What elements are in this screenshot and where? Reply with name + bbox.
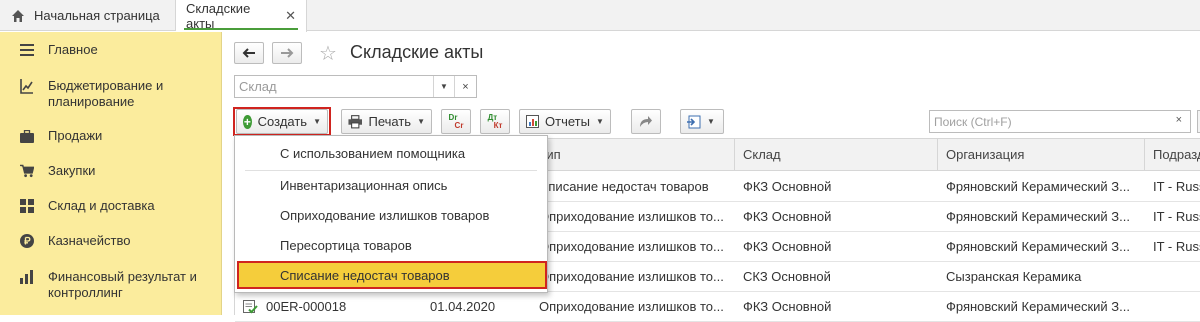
curved-arrow-icon xyxy=(640,115,652,127)
search-input[interactable] xyxy=(930,114,1160,129)
cell-organization: Фряновский Керамический З... xyxy=(946,209,1130,224)
cell-number: 00ER-000018 xyxy=(235,292,422,321)
menu-item-wizard[interactable]: С использованием помощника xyxy=(235,138,547,168)
warehouse-filter[interactable]: ▼ × xyxy=(234,75,477,98)
menu-item-surplus-posting[interactable]: Оприходование излишков товаров xyxy=(235,200,547,230)
warehouse-grid-icon xyxy=(20,198,34,214)
sidebar-item-main[interactable]: Главное xyxy=(0,42,222,58)
cell-warehouse: ФКЗ Основной xyxy=(743,209,832,224)
cell-organization: Фряновский Керамический З... xyxy=(946,299,1130,314)
back-button[interactable] xyxy=(234,42,264,64)
cell-organization: Сызранская Керамика xyxy=(946,269,1082,284)
create-dropdown-menu: С использованием помощника Инвентаризаци… xyxy=(234,135,548,293)
home-icon xyxy=(10,8,26,24)
sidebar-item-sales[interactable]: Продажи xyxy=(0,128,222,144)
chevron-down-icon[interactable]: ▼ xyxy=(433,76,454,97)
column-header-type[interactable]: Тип xyxy=(531,139,735,170)
print-button-label: Печать xyxy=(368,114,412,129)
follow-link-button[interactable] xyxy=(631,109,661,134)
cell-department: IT - Russ xyxy=(1153,179,1200,194)
column-header-department[interactable]: Подразделение xyxy=(1145,139,1200,170)
search-field[interactable]: × xyxy=(929,110,1191,133)
reports-button[interactable]: Отчеты ▼ xyxy=(519,109,611,134)
table-row[interactable]: 00ER-000018 01.04.2020 Оприходование изл… xyxy=(235,292,1200,322)
ruble-coin-icon xyxy=(20,233,34,249)
cell-type: Оприходование излишков то... xyxy=(539,209,724,224)
arrow-right-icon xyxy=(281,48,294,58)
sidebar-item-label: Финансовый результат и контроллинг xyxy=(48,269,197,300)
cell-warehouse: ФКЗ Основной xyxy=(743,239,832,254)
page-title: Складские акты xyxy=(350,42,484,62)
close-icon[interactable]: ✕ xyxy=(285,8,296,24)
cell-department xyxy=(1145,262,1200,291)
chevron-down-icon: ▼ xyxy=(707,117,715,126)
cell-date: 01.04.2020 xyxy=(430,299,496,314)
dt-kt-button[interactable]: Дт Кт xyxy=(480,109,510,134)
export-icon xyxy=(687,115,701,128)
tab-bar: Начальная страница Складские акты ✕ xyxy=(0,0,1200,32)
tab-warehouse-acts[interactable]: Складские акты ✕ xyxy=(176,0,307,32)
briefcase-icon xyxy=(20,128,34,144)
export-button[interactable]: ▼ xyxy=(680,109,724,134)
report-chart-icon xyxy=(526,115,539,128)
posted-document-icon xyxy=(243,299,258,313)
cell-type: Списание недостач товаров xyxy=(539,179,709,194)
dr-cr-icon: Dr Cr xyxy=(448,112,464,130)
cell-department: IT - Russ xyxy=(1153,239,1200,254)
chevron-down-icon: ▼ xyxy=(417,117,425,126)
arrow-left-icon xyxy=(242,48,255,58)
sidebar-item-label: Бюджетирование и планирование xyxy=(48,78,164,109)
tab-home-label: Начальная страница xyxy=(34,8,160,23)
cell-warehouse: ФКЗ Основной xyxy=(743,179,832,194)
sidebar: Главное Бюджетирование и планирование Пр… xyxy=(0,32,222,315)
sidebar-item-warehouse[interactable]: Склад и доставка xyxy=(0,198,222,214)
column-header-organization[interactable]: Организация xyxy=(938,139,1145,170)
clear-icon[interactable]: × xyxy=(1176,114,1182,126)
cell-organization: Фряновский Керамический З... xyxy=(946,179,1130,194)
plus-icon: + xyxy=(243,114,252,129)
forward-button[interactable] xyxy=(272,42,302,64)
chevron-down-icon: ▼ xyxy=(313,117,321,126)
dr-cr-button[interactable]: Dr Cr xyxy=(441,109,471,134)
create-button-label: Создать xyxy=(257,114,308,129)
star-icon[interactable]: ☆ xyxy=(319,41,337,66)
cell-organization: Фряновский Керамический З... xyxy=(946,239,1130,254)
cart-icon xyxy=(20,163,34,179)
menu-item-inventory-list[interactable]: Инвентаризационная опись xyxy=(235,170,547,200)
cell-type: Оприходование излишков то... xyxy=(539,269,724,284)
cell-warehouse: СКЗ Основной xyxy=(743,269,831,284)
cell-type: Оприходование излишков то... xyxy=(539,299,724,314)
sidebar-item-label: Склад и доставка xyxy=(48,198,155,213)
print-button[interactable]: Печать ▼ xyxy=(341,109,432,134)
cell-department: IT - Russ xyxy=(1153,209,1200,224)
sidebar-item-label: Закупки xyxy=(48,163,96,178)
sidebar-item-financial-result[interactable]: Финансовый результат и контроллинг xyxy=(0,269,222,301)
sidebar-item-label: Казначейство xyxy=(48,233,131,248)
clear-icon[interactable]: × xyxy=(454,76,476,97)
reports-button-label: Отчеты xyxy=(545,114,590,129)
cell-warehouse: ФКЗ Основной xyxy=(743,299,832,314)
printer-icon xyxy=(348,114,363,128)
menu-item-regrading[interactable]: Пересортица товаров xyxy=(235,230,547,260)
sidebar-item-purchases[interactable]: Закупки xyxy=(0,163,222,179)
create-button[interactable]: + Создать ▼ xyxy=(236,109,328,134)
column-header-warehouse[interactable]: Склад xyxy=(735,139,938,170)
tab-home[interactable]: Начальная страница xyxy=(0,0,176,31)
chevron-down-icon: ▼ xyxy=(595,117,604,126)
warehouse-input[interactable] xyxy=(235,79,430,94)
sidebar-item-label: Главное xyxy=(48,42,98,57)
sidebar-item-treasury[interactable]: Казначейство xyxy=(0,233,222,249)
dt-kt-icon: Дт Кт xyxy=(487,112,503,130)
tab-warehouse-acts-label: Складские акты xyxy=(186,1,251,31)
cell-department xyxy=(1145,292,1200,321)
bar-chart-icon xyxy=(20,269,34,285)
menu-item-shortage-writeoff[interactable]: Списание недостач товаров xyxy=(237,261,547,289)
budget-chart-icon xyxy=(20,78,34,94)
sidebar-item-label: Продажи xyxy=(48,128,103,143)
cell-type: Оприходование излишков то... xyxy=(539,239,724,254)
menu-icon xyxy=(20,42,34,58)
sidebar-item-budgeting[interactable]: Бюджетирование и планирование xyxy=(0,78,222,110)
